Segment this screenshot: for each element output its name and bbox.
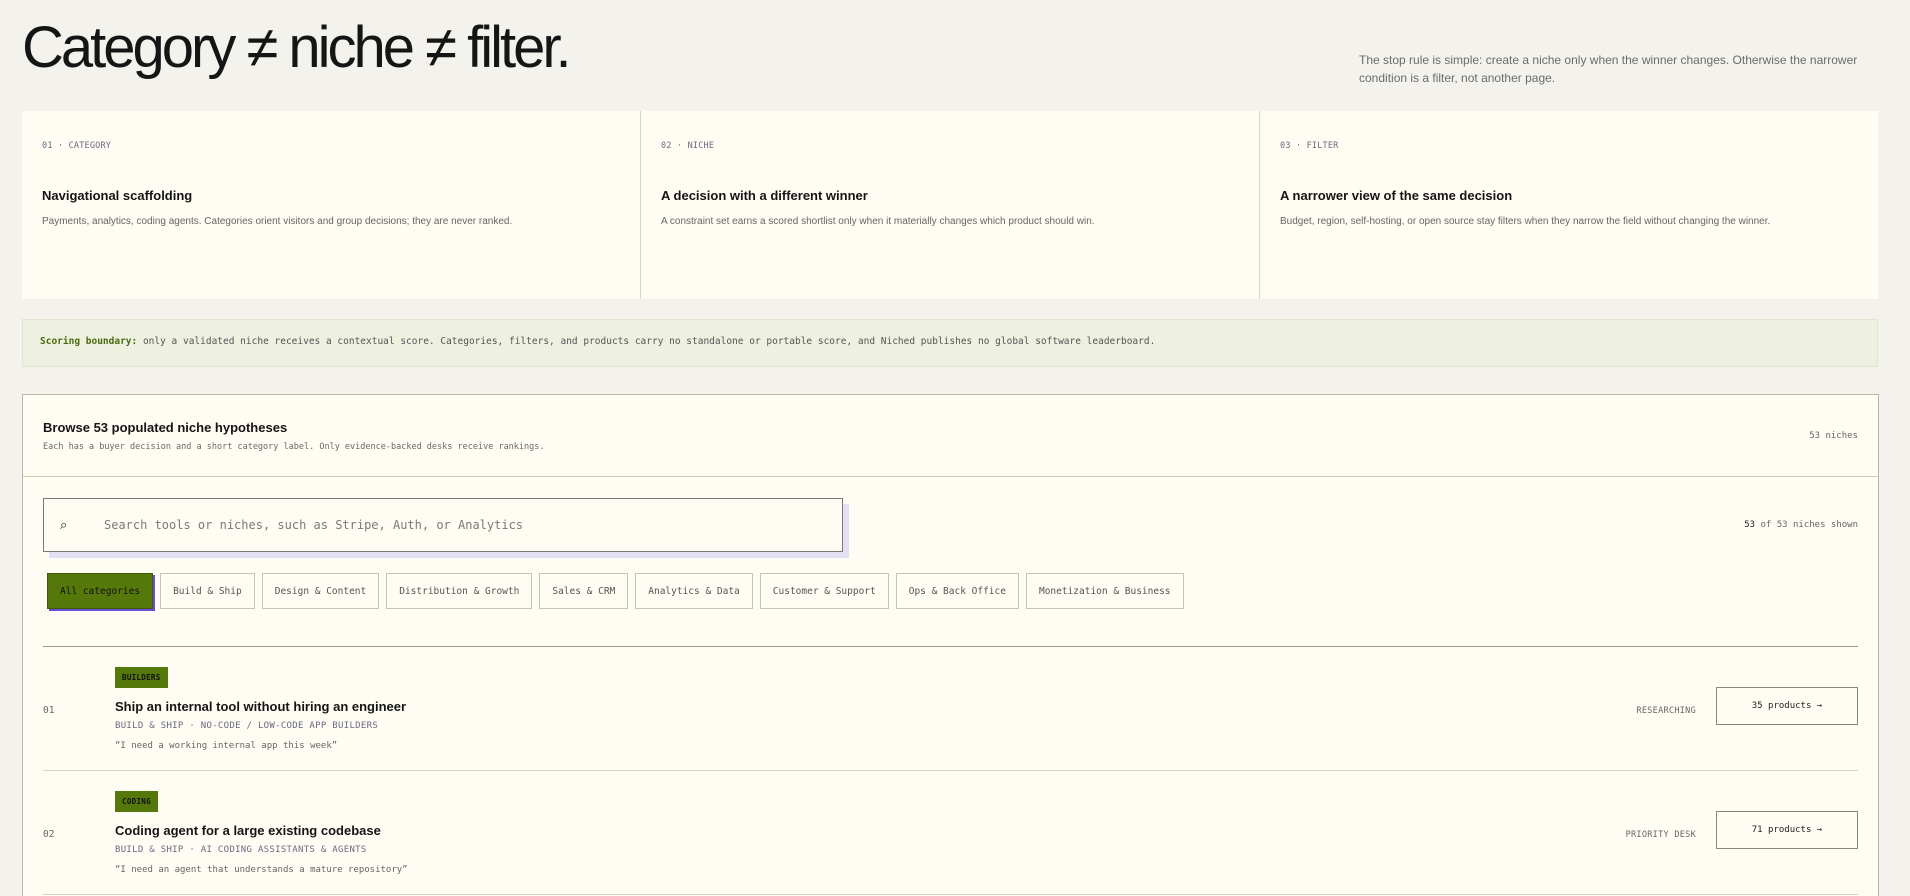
- niche-tag: BUILDERS: [115, 667, 168, 688]
- shown-count: 53 of 53 niches shown: [1744, 520, 1858, 530]
- niche-meta: BUILD & SHIP · NO-CODE / LOW-CODE APP BU…: [115, 721, 379, 731]
- concept-kicker: 01 · CATEGORY: [42, 141, 112, 151]
- concept-kicker: 03 · FILTER: [1280, 141, 1339, 151]
- concept-card-category: 01 · CATEGORY Navigational scaffolding P…: [22, 111, 641, 299]
- category-chip-sales-crm[interactable]: Sales & CRM: [539, 573, 629, 609]
- category-filters: All categories Build & Ship Design & Con…: [47, 573, 1184, 609]
- category-chip-analytics-data[interactable]: Analytics & Data: [635, 573, 753, 609]
- niche-count: 53 niches: [1809, 431, 1858, 441]
- niche-browser-title: Browse 53 populated niche hypotheses: [43, 420, 288, 435]
- niche-browser-subtitle: Each has a buyer decision and a short ca…: [43, 442, 545, 452]
- niche-row: 02 CODING Coding agent for a large exist…: [43, 771, 1858, 895]
- shown-count-text: of 53 niches shown: [1755, 520, 1858, 530]
- category-chip-customer-support[interactable]: Customer & Support: [759, 573, 889, 609]
- category-chip-all[interactable]: All categories: [47, 573, 154, 609]
- niche-tag: CODING: [115, 791, 158, 812]
- niche-browser-header: Browse 53 populated niche hypotheses Eac…: [23, 395, 1878, 477]
- search-icon: ⌕: [60, 517, 68, 532]
- concept-cards: 01 · CATEGORY Navigational scaffolding P…: [22, 111, 1878, 299]
- category-chip-design-content[interactable]: Design & Content: [261, 573, 380, 609]
- concept-card-filter: 03 · FILTER A narrower view of the same …: [1260, 111, 1878, 299]
- scoring-boundary-text: only a validated niche receives a contex…: [137, 336, 1156, 347]
- category-chip-monetization-business[interactable]: Monetization & Business: [1025, 573, 1184, 609]
- scoring-boundary-note: Scoring boundary: only a validated niche…: [22, 319, 1878, 367]
- search-input[interactable]: [104, 518, 804, 532]
- concept-title: Navigational scaffolding: [42, 188, 193, 203]
- category-chip-build-ship[interactable]: Build & Ship: [160, 573, 255, 609]
- niche-meta: BUILD & SHIP · AI CODING ASSISTANTS & AG…: [115, 845, 367, 855]
- niche-quote: “I need a working internal app this week…: [115, 741, 338, 751]
- niche-title[interactable]: Ship an internal tool without hiring an …: [115, 699, 406, 714]
- concept-body: Budget, region, self-hosting, or open so…: [1280, 216, 1771, 227]
- niche-status: PRIORITY DESK: [1625, 830, 1696, 840]
- niche-status: RESEARCHING: [1636, 706, 1696, 716]
- concept-title: A decision with a different winner: [661, 188, 868, 203]
- concept-kicker: 02 · NICHE: [661, 141, 715, 151]
- niche-number: 02: [43, 829, 55, 840]
- search-bar: ⌕: [43, 498, 849, 558]
- category-chip-ops-back-office[interactable]: Ops & Back Office: [895, 573, 1019, 609]
- products-button[interactable]: 71 products →: [1716, 811, 1858, 849]
- concept-title: A narrower view of the same decision: [1280, 188, 1513, 203]
- scoring-boundary-label: Scoring boundary:: [40, 336, 138, 347]
- niche-browser: Browse 53 populated niche hypotheses Eac…: [22, 394, 1879, 896]
- category-chip-distribution-growth[interactable]: Distribution & Growth: [386, 573, 533, 609]
- search-box[interactable]: ⌕: [43, 498, 843, 552]
- page-title: Category ≠ niche ≠ filter.: [22, 15, 572, 80]
- niche-number: 01: [43, 705, 55, 716]
- niche-row: 01 BUILDERS Ship an internal tool withou…: [43, 647, 1858, 771]
- shown-count-number: 53: [1744, 520, 1756, 530]
- concept-body: A constraint set earns a scored shortlis…: [661, 216, 1095, 227]
- hero-note: The stop rule is simple: create a niche …: [1359, 53, 1858, 85]
- niche-quote: “I need an agent that understands a matu…: [115, 865, 408, 875]
- concept-card-niche: 02 · NICHE A decision with a different w…: [641, 111, 1260, 299]
- concept-body: Payments, analytics, coding agents. Cate…: [42, 216, 513, 227]
- niche-title[interactable]: Coding agent for a large existing codeba…: [115, 823, 381, 838]
- products-button[interactable]: 35 products →: [1716, 687, 1858, 725]
